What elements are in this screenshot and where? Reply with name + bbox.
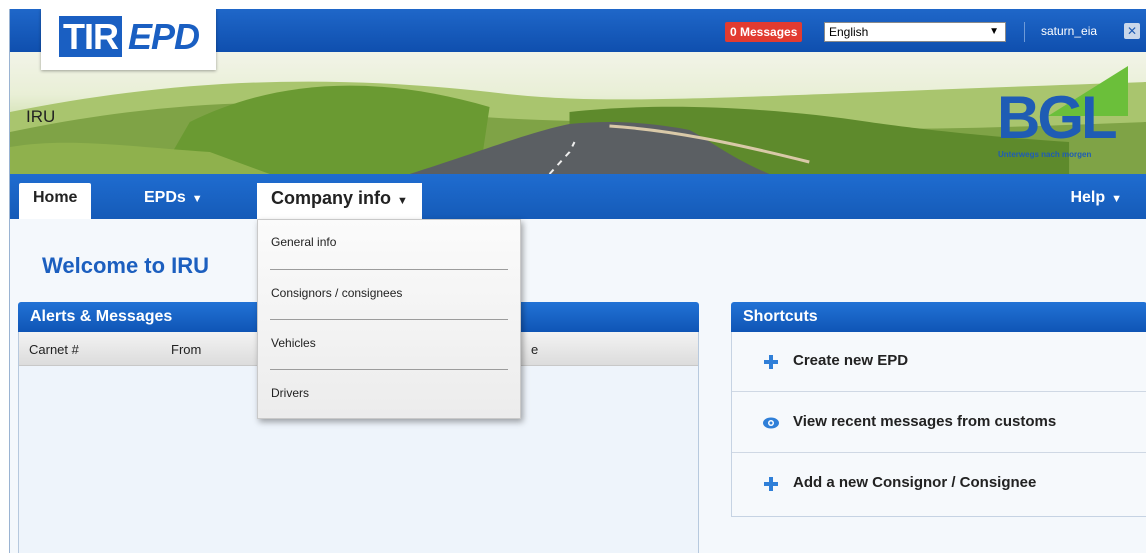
caret-down-icon: ▼ [397, 195, 408, 207]
plus-icon [764, 355, 778, 369]
close-icon[interactable]: ✕ [1124, 23, 1140, 39]
nav-epds-label: EPDs [144, 189, 186, 206]
nav-help[interactable]: Help ▼ [1056, 183, 1136, 219]
partner-logo: BGL Unterwegs nach morgen [993, 66, 1128, 166]
menu-item-general-info[interactable]: General info [271, 235, 336, 249]
eye-icon [763, 417, 779, 429]
nav-epds[interactable]: EPDs ▼ [130, 183, 217, 219]
column-header-from[interactable]: From [171, 342, 201, 357]
app-window: 0 Messages English ▼ saturn_eia ✕ TIR EPD… [9, 9, 1146, 553]
main-nav: Home EPDs ▼ Company info ▼ Help ▼ [10, 174, 1146, 219]
shortcut-label: Add a new Consignor / Consignee [793, 474, 1037, 491]
menu-item-drivers[interactable]: Drivers [271, 386, 309, 400]
page-title: Welcome to IRU [42, 253, 210, 278]
menu-divider [270, 319, 508, 320]
column-header-partial[interactable]: e [531, 342, 538, 357]
nav-help-label: Help [1070, 189, 1106, 206]
shortcut-label: Create new EPD [793, 352, 909, 369]
logo-epd: EPD [128, 16, 200, 57]
caret-down-icon: ▼ [191, 193, 203, 205]
shortcut-label: View recent messages from customs [793, 413, 1057, 430]
column-header-carnet[interactable]: Carnet # [29, 342, 79, 357]
partner-logo-text: BGL [997, 84, 1118, 151]
shortcuts-panel-title: Shortcuts [731, 302, 1146, 332]
landscape-image [10, 81, 1146, 174]
nav-company-info[interactable]: Company info ▼ [257, 183, 422, 219]
company-info-menu: General info Consignors / consignees Veh… [257, 219, 521, 419]
username-link[interactable]: saturn_eia [1041, 24, 1097, 38]
shortcut-create-epd[interactable]: Create new EPD [732, 332, 1146, 392]
chevron-down-icon: ▼ [989, 26, 999, 37]
messages-badge[interactable]: 0 Messages [725, 22, 803, 42]
menu-divider [270, 369, 508, 370]
shortcuts-panel: Create new EPD View recent messages from… [731, 332, 1146, 517]
language-select-value: English [829, 25, 869, 39]
nav-home[interactable]: Home [19, 183, 92, 219]
plus-icon [764, 477, 778, 491]
nav-company-info-label: Company info [271, 188, 391, 208]
caret-down-icon: ▼ [1111, 193, 1122, 205]
top-divider [1024, 22, 1025, 42]
nav-home-label: Home [33, 189, 78, 206]
menu-item-vehicles[interactable]: Vehicles [271, 336, 316, 350]
language-select[interactable]: English ▼ [824, 22, 1006, 42]
header-banner: IRU BGL Unterwegs nach morgen [10, 52, 1146, 174]
shortcut-view-messages[interactable]: View recent messages from customs [732, 393, 1146, 453]
shortcut-add-consignor[interactable]: Add a new Consignor / Consignee [732, 454, 1146, 514]
logo-tir: TIR [59, 16, 122, 57]
partner-slogan: Unterwegs nach morgen [998, 150, 1092, 159]
menu-divider [270, 269, 508, 270]
organization-name: IRU [26, 107, 56, 126]
menu-item-consignors[interactable]: Consignors / consignees [271, 286, 402, 300]
app-logo[interactable]: TIR EPD [41, 9, 216, 70]
